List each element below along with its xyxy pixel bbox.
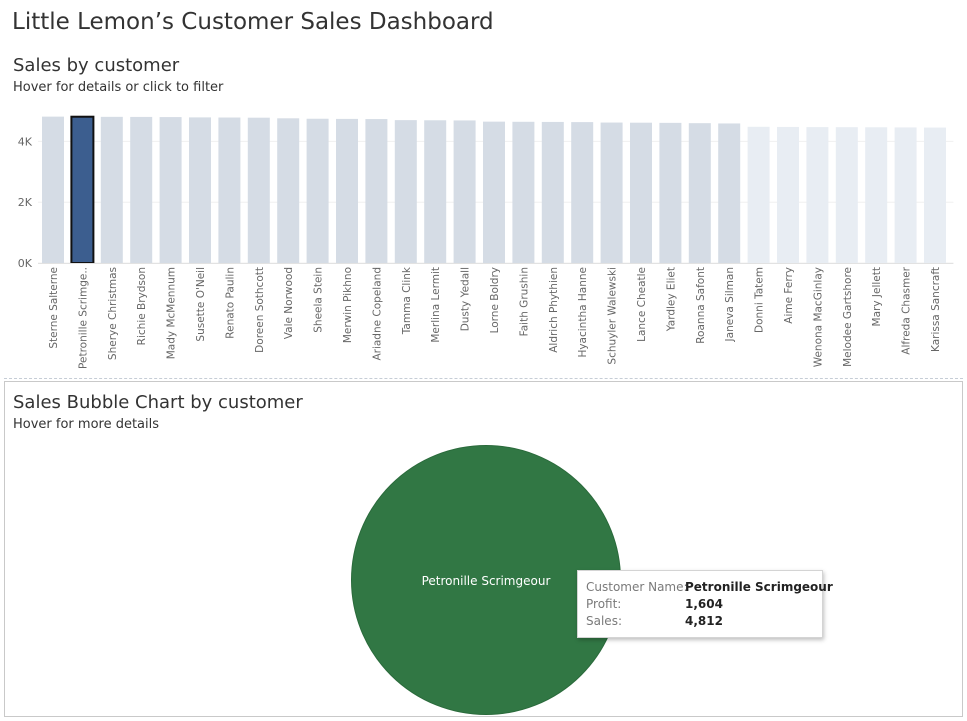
bubble-panel-subtitle: Hover for more details — [13, 417, 160, 432]
tooltip-profit-row: Profit: 1,604 — [586, 597, 723, 611]
x-tick-label[interactable]: Sherye Christmas — [107, 267, 119, 360]
panel-divider — [4, 378, 963, 379]
x-tick-label[interactable]: Petronille Scrimge.. — [77, 267, 89, 369]
x-tick-label[interactable]: Melodee Gartshore — [842, 267, 854, 367]
bar[interactable] — [453, 120, 476, 263]
bar[interactable] — [70, 115, 95, 265]
bar[interactable] — [336, 118, 358, 264]
tooltip-sales-value: 4,812 — [685, 614, 723, 628]
x-tick-label[interactable]: Lorne Boldry — [489, 267, 501, 333]
x-tick-label[interactable]: Karissa Sancraft — [930, 267, 942, 352]
sales-bubble-panel: Sales Bubble Chart by customer Hover for… — [4, 381, 963, 717]
x-tick-label[interactable]: Janeva Silman — [724, 267, 736, 342]
y-tick-label: 0K — [18, 257, 33, 270]
bar[interactable] — [835, 127, 858, 264]
tooltip-profit-value: 1,604 — [685, 597, 723, 611]
x-tick-label[interactable]: Donni Tatem — [754, 267, 766, 333]
bar[interactable] — [865, 127, 888, 263]
bar[interactable] — [630, 122, 652, 263]
x-tick-label[interactable]: Mary Jellett — [871, 267, 883, 326]
bubble-tooltip: Customer Name:Petronille Scrimgeour Prof… — [577, 570, 833, 638]
bar[interactable] — [100, 116, 123, 264]
tooltip-customer-key: Customer Name: — [586, 580, 688, 594]
bar[interactable] — [42, 116, 64, 264]
bubble-panel-title: Sales Bubble Chart by customer — [13, 392, 303, 413]
bar[interactable] — [718, 123, 741, 264]
bar[interactable] — [306, 118, 329, 263]
bar[interactable] — [483, 121, 505, 263]
x-tick-label[interactable]: Richie Brydson — [136, 267, 148, 345]
bar[interactable] — [218, 117, 241, 263]
sales-by-customer-panel: Sales by customer Hover for details or c… — [0, 50, 967, 378]
x-tick-label[interactable]: Mady McMennum — [166, 267, 178, 359]
bar[interactable] — [189, 117, 211, 263]
y-tick-label: 4K — [18, 135, 33, 148]
x-tick-label[interactable]: Merwin Pikhno — [342, 267, 354, 343]
x-tick-label[interactable]: Tamma Clink — [401, 266, 413, 335]
x-tick-label[interactable]: Doreen Sothcott — [254, 267, 266, 353]
x-tick-label[interactable]: Susette O'Neil — [195, 267, 207, 342]
y-tick-label: 2K — [18, 196, 33, 209]
bar[interactable] — [659, 122, 682, 263]
bar[interactable] — [747, 126, 770, 263]
bar[interactable] — [894, 127, 917, 263]
sales-bar-chart[interactable]: 0K 2K 4K Sterne Salterne Petronille Scrimge.… — [0, 50, 967, 378]
x-tick-label[interactable]: Sheela Stein — [313, 267, 325, 333]
bar[interactable] — [924, 127, 946, 264]
bar[interactable] — [159, 117, 182, 263]
bar[interactable] — [600, 122, 623, 263]
x-tick-label[interactable]: Alfreda Chasmer — [901, 266, 913, 354]
bar[interactable] — [688, 123, 711, 263]
bar[interactable] — [365, 119, 388, 263]
x-tick-label[interactable]: Hyacintha Hanne — [577, 267, 589, 358]
x-tick-label[interactable]: Dusty Yedall — [460, 267, 472, 331]
bar[interactable] — [394, 120, 417, 264]
bar[interactable] — [541, 121, 564, 263]
x-tick-label[interactable]: Yardley Eliet — [665, 267, 677, 332]
x-tick-label[interactable]: Faith Grushin — [518, 267, 530, 336]
x-tick-label[interactable]: Vale Norwood — [283, 267, 295, 339]
x-tick-label[interactable]: Ariadne Copeland — [371, 267, 383, 361]
bar[interactable] — [571, 122, 594, 263]
bar[interactable] — [424, 120, 447, 263]
bar[interactable] — [277, 118, 300, 264]
tooltip-profit-key: Profit: — [586, 597, 622, 611]
bar[interactable] — [247, 117, 270, 263]
bar[interactable] — [806, 127, 829, 263]
x-tick-label[interactable]: Roanna Safont — [695, 267, 707, 344]
tooltip-customer-value: Petronille Scrimgeour — [685, 580, 833, 594]
bar[interactable] — [512, 121, 535, 264]
tooltip-sales-row: Sales: 4,812 — [586, 614, 723, 628]
x-tick-label[interactable]: Lance Cheatle — [636, 267, 648, 342]
bar[interactable] — [777, 126, 799, 264]
x-tick-label[interactable]: Schuyler Walewski — [607, 267, 619, 365]
x-tick-label[interactable]: Aime Ferry — [783, 267, 795, 324]
tooltip-sales-key: Sales: — [586, 614, 622, 628]
bar[interactable] — [130, 116, 153, 263]
tooltip-customer-row: Customer Name:Petronille Scrimgeour — [586, 580, 833, 594]
x-tick-label[interactable]: Renato Paulin — [224, 267, 236, 339]
x-tick-label[interactable]: Aldrich Phythien — [548, 267, 560, 353]
x-tick-label[interactable]: Merlina Lermit — [430, 267, 442, 343]
x-tick-label[interactable]: Sterne Salterne — [48, 267, 60, 349]
dashboard-title: Little Lemon’s Customer Sales Dashboard — [12, 9, 494, 35]
x-tick-label[interactable]: Wenona MacGinlay — [812, 267, 824, 367]
